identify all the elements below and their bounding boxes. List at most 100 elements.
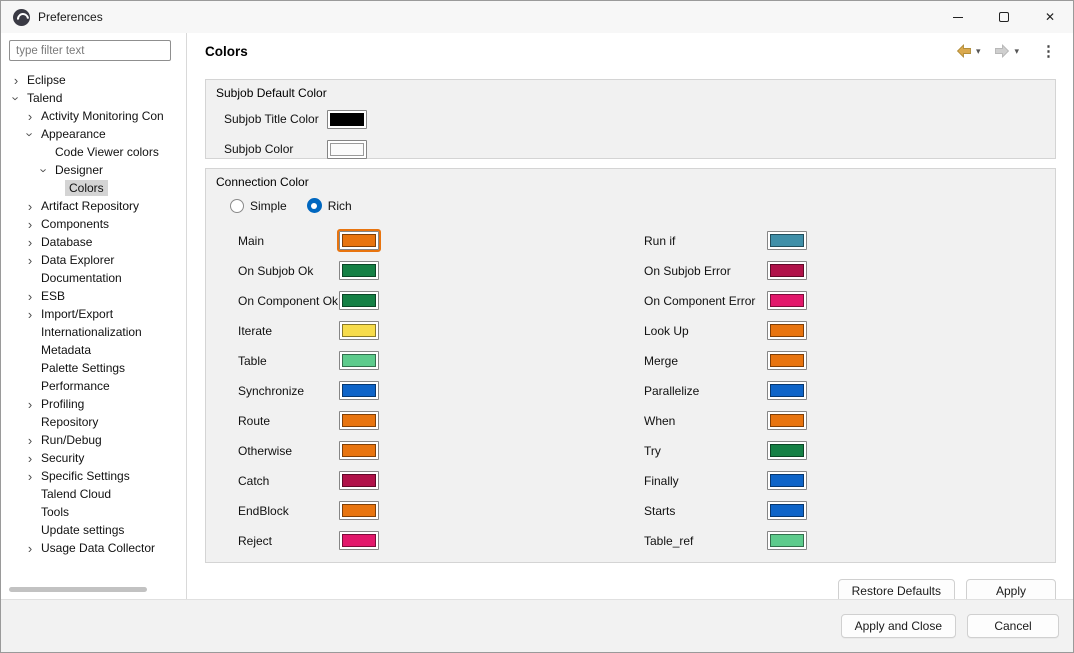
chevron-right-icon[interactable]: › xyxy=(23,110,37,123)
connection-row-main: Main xyxy=(238,229,381,252)
chevron-right-icon[interactable]: › xyxy=(23,290,37,303)
chevron-right-icon[interactable]: › xyxy=(23,308,37,321)
swatch-color xyxy=(770,474,804,487)
tree-item-repository[interactable]: Repository xyxy=(1,413,185,431)
chevron-right-icon[interactable]: › xyxy=(23,200,37,213)
close-button[interactable]: ✕ xyxy=(1027,1,1073,33)
color-swatch-subjob-title-color[interactable] xyxy=(327,109,367,129)
swatch-color xyxy=(770,444,804,457)
color-swatch-reject[interactable] xyxy=(339,531,379,550)
tree-item-talend-cloud[interactable]: Talend Cloud xyxy=(1,485,185,503)
color-swatch-starts[interactable] xyxy=(767,501,807,520)
color-swatch-when[interactable] xyxy=(767,411,807,430)
tree-item-data-explorer[interactable]: › Data Explorer xyxy=(1,251,185,269)
color-swatch-merge[interactable] xyxy=(767,351,807,370)
swatch-color xyxy=(342,504,376,517)
color-swatch-look-up[interactable] xyxy=(767,321,807,340)
color-swatch-synchronize[interactable] xyxy=(339,381,379,400)
color-swatch-iterate[interactable] xyxy=(339,321,379,340)
title-bar[interactable]: Preferences ✕ xyxy=(1,1,1073,33)
tree-item-label: Run/Debug xyxy=(41,433,102,447)
color-swatch-on-subjob-ok[interactable] xyxy=(339,261,379,280)
tree-item-colors[interactable]: Colors xyxy=(1,179,185,197)
tree-item-import-export[interactable]: › Import/Export xyxy=(1,305,185,323)
tree-item-security[interactable]: › Security xyxy=(1,449,185,467)
tree-item-palette-settings[interactable]: Palette Settings xyxy=(1,359,185,377)
color-swatch-route[interactable] xyxy=(339,411,379,430)
chevron-right-icon[interactable]: › xyxy=(23,434,37,447)
connection-row-iterate: Iterate xyxy=(238,321,379,340)
tree-item-update-settings[interactable]: Update settings xyxy=(1,521,185,539)
tree-item-usage-data-collector[interactable]: › Usage Data Collector xyxy=(1,539,185,557)
color-swatch-main[interactable] xyxy=(337,229,381,252)
chevron-right-icon[interactable]: › xyxy=(23,254,37,267)
filter-input[interactable] xyxy=(9,40,171,61)
back-button[interactable] xyxy=(954,42,974,60)
tree-item-documentation[interactable]: Documentation xyxy=(1,269,185,287)
tree-item-label: Performance xyxy=(41,379,110,393)
chevron-right-icon[interactable]: › xyxy=(23,452,37,465)
chevron-down-icon[interactable]: › xyxy=(9,91,24,105)
tree-item-label: Activity Monitoring Con xyxy=(41,109,164,123)
preferences-tree: › Eclipse › Talend › Activity Monitoring Con ›… xyxy=(1,71,185,583)
tree-item-performance[interactable]: Performance xyxy=(1,377,185,395)
tree-item-appearance[interactable]: › Appearance xyxy=(1,125,185,143)
color-swatch-finally[interactable] xyxy=(767,471,807,490)
connection-label: When xyxy=(644,413,676,428)
color-swatch-parallelize[interactable] xyxy=(767,381,807,400)
tree-item-label: Code Viewer colors xyxy=(55,145,159,159)
apply-and-close-button[interactable]: Apply and Close xyxy=(840,614,956,638)
swatch-color xyxy=(342,384,376,397)
maximize-button[interactable] xyxy=(981,1,1027,33)
chevron-right-icon[interactable]: › xyxy=(23,398,37,411)
color-swatch-subjob-color[interactable] xyxy=(327,139,367,159)
radio-rich[interactable]: Rich xyxy=(306,198,352,213)
connection-row-when: When xyxy=(644,411,807,430)
radio-checked-icon[interactable] xyxy=(306,198,322,213)
tree-item-esb[interactable]: › ESB xyxy=(1,287,185,305)
color-swatch-catch[interactable] xyxy=(339,471,379,490)
tree-item-profiling[interactable]: › Profiling xyxy=(1,395,185,413)
radio-simple[interactable]: Simple xyxy=(230,198,287,213)
color-swatch-on-component-ok[interactable] xyxy=(339,291,379,310)
color-swatch-on-component-error[interactable] xyxy=(767,291,807,310)
color-swatch-table-ref[interactable] xyxy=(767,531,807,550)
chevron-right-icon[interactable]: › xyxy=(23,236,37,249)
view-menu-icon[interactable]: ⋮ xyxy=(1041,42,1056,60)
chevron-down-icon[interactable]: › xyxy=(23,127,38,141)
color-swatch-try[interactable] xyxy=(767,441,807,460)
tree-item-designer[interactable]: › Designer xyxy=(1,161,185,179)
back-history-dropdown[interactable]: ▾ xyxy=(976,46,981,56)
page-title: Colors xyxy=(205,43,248,59)
connection-row-synchronize: Synchronize xyxy=(238,381,379,400)
forward-history-dropdown[interactable]: ▾ xyxy=(1014,46,1019,56)
tree-item-artifact-repository[interactable]: › Artifact Repository xyxy=(1,197,185,215)
forward-button[interactable] xyxy=(992,42,1012,60)
tree-item-metadata[interactable]: Metadata xyxy=(1,341,185,359)
tree-item-activity-monitoring-con[interactable]: › Activity Monitoring Con xyxy=(1,107,185,125)
tree-item-specific-settings[interactable]: › Specific Settings xyxy=(1,467,185,485)
horizontal-scrollbar[interactable] xyxy=(9,587,147,592)
color-swatch-endblock[interactable] xyxy=(339,501,379,520)
tree-item-code-viewer-colors[interactable]: Code Viewer colors xyxy=(1,143,185,161)
tree-item-internationalization[interactable]: Internationalization xyxy=(1,323,185,341)
color-swatch-run-if[interactable] xyxy=(767,231,807,250)
radio-unchecked-icon[interactable] xyxy=(230,198,244,213)
chevron-right-icon[interactable]: › xyxy=(23,218,37,231)
chevron-right-icon[interactable]: › xyxy=(9,74,23,87)
chevron-right-icon[interactable]: › xyxy=(23,542,37,555)
chevron-right-icon[interactable]: › xyxy=(23,470,37,483)
tree-item-run-debug[interactable]: › Run/Debug xyxy=(1,431,185,449)
chevron-down-icon[interactable]: › xyxy=(37,163,52,177)
tree-item-components[interactable]: › Components xyxy=(1,215,185,233)
tree-item-database[interactable]: › Database xyxy=(1,233,185,251)
minimize-button[interactable] xyxy=(935,1,981,33)
tree-item-talend[interactable]: › Talend xyxy=(1,89,185,107)
color-swatch-table[interactable] xyxy=(339,351,379,370)
connection-row-starts: Starts xyxy=(644,501,807,520)
tree-item-eclipse[interactable]: › Eclipse xyxy=(1,71,185,89)
color-swatch-on-subjob-error[interactable] xyxy=(767,261,807,280)
tree-item-tools[interactable]: Tools xyxy=(1,503,185,521)
color-swatch-otherwise[interactable] xyxy=(339,441,379,460)
cancel-button[interactable]: Cancel xyxy=(967,614,1059,638)
